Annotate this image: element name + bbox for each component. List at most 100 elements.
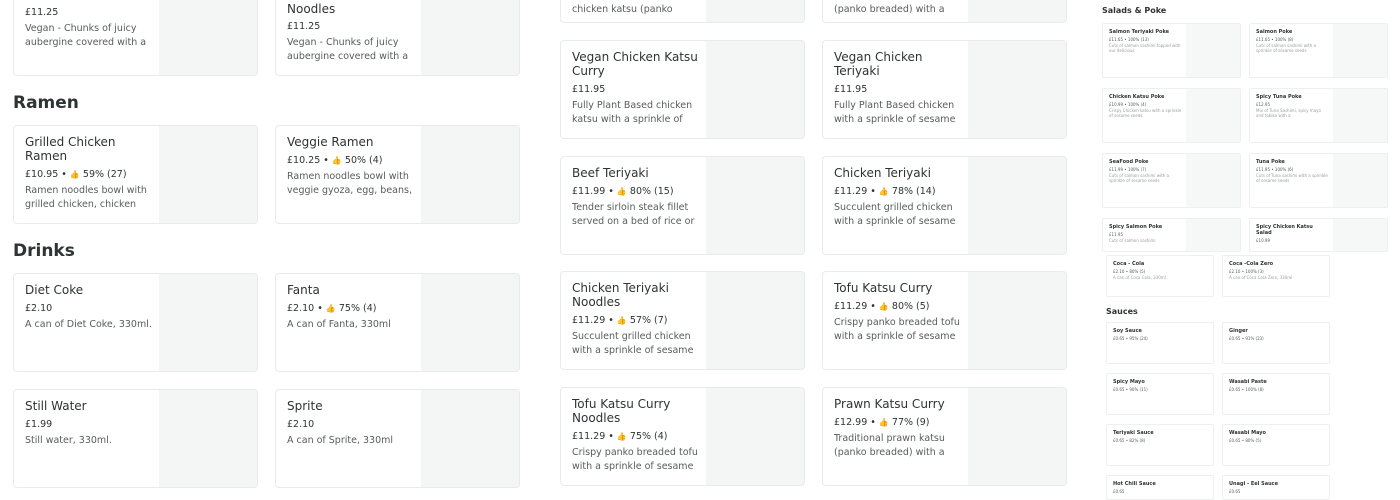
item-name: Fanta (287, 283, 320, 297)
section-heading-drinks: Drinks (13, 241, 75, 261)
menu-item-card[interactable]: Sprite £2.10 A can of Sprite, 330ml (275, 389, 520, 488)
item-price: £11.99 • 100% (7) (1109, 167, 1147, 172)
food-image (421, 126, 519, 223)
item-description: A can of Fanta, 330ml (287, 319, 391, 330)
item-price: £11.95 (572, 84, 606, 95)
item-description: Cuts of salmon sashimi (1109, 238, 1156, 243)
thumbs-up-icon: 👍 (616, 316, 627, 325)
menu-item-card[interactable]: Tofu Katsu Curry £11.29 • 👍 80% (5) Cris… (822, 271, 1067, 370)
item-description: A can of Sprite, 330ml (287, 435, 394, 446)
menu-item-card[interactable]: Wasabi Paste £0.65 • 100% (8) (1222, 373, 1330, 415)
menu-item-card[interactable]: Spicy Chicken Katsu Salad £10.99 (1249, 218, 1388, 252)
item-price: £11.29 (834, 186, 868, 197)
menu-item-card[interactable]: Tuna Poke £11.95 • 100% (6) Cuts of Tuna s… (1249, 153, 1388, 208)
food-image (706, 0, 804, 22)
food-image (1186, 89, 1240, 142)
item-price: £11.25 (25, 7, 59, 18)
food-image (1333, 154, 1387, 207)
item-rating: 75% (4) (629, 431, 668, 442)
item-description: Crispy panko breaded tofu with a sprinkl… (572, 447, 698, 472)
item-price: £11.65 • 100% (8) (1256, 37, 1294, 42)
menu-item-card[interactable]: Hot Chili Sauce £0.65 (1106, 475, 1214, 500)
menu-item-card[interactable]: £11.25 Vegan - Chunks of juicy aubergine… (13, 0, 258, 76)
item-description: Crispy panko breaded tofu with a sprinkl… (834, 317, 960, 342)
food-image (1333, 89, 1387, 142)
menu-item-card[interactable]: Fanta £2.10 • 👍 75% (4) A can of Fanta, … (275, 273, 520, 372)
item-description: Succulent grilled chicken with a sprinkl… (834, 202, 956, 227)
item-price: £2.10 • 80% (5) (1113, 269, 1146, 274)
item-description: Cuts of salmon sashimi with a sprinkle o… (1256, 43, 1316, 53)
menu-item-card[interactable]: Still Water £1.99 Still water, 330ml. (13, 389, 258, 488)
item-description: Cuts of Tuna sashimi with a sprinkle of … (1256, 173, 1328, 183)
item-name: Veggie Ramen (287, 135, 374, 149)
menu-item-card[interactable]: Spicy Mayo £0.65 • 90% (11) (1106, 373, 1214, 415)
menu-item-card[interactable]: Chicken Katsu Poke £10.99 • 100% (4) Crisp… (1102, 88, 1241, 143)
thumbs-up-icon: 👍 (878, 418, 889, 427)
item-name: Tofu Katsu Curry Noodles (572, 397, 671, 425)
item-price: £12.99 (834, 417, 868, 428)
item-price: £10.25 (287, 155, 321, 166)
item-description: Ramen noodles bowl with veggie gyoza, eg… (287, 171, 412, 196)
menu-item-card[interactable]: chicken katsu (panko (560, 0, 805, 23)
item-price: £0.65 (1229, 489, 1241, 494)
item-name: Beef Teriyaki (572, 166, 649, 180)
food-image (706, 41, 804, 138)
food-image (421, 0, 519, 75)
menu-item-card[interactable]: Coca -Cola Zero £2.10 • 100% (3) A can of … (1222, 255, 1330, 297)
item-description: Still water, 330ml. (25, 435, 112, 446)
food-image (706, 157, 804, 254)
menu-item-card[interactable]: Tofu Katsu Curry Noodles £11.29 • 👍 75% … (560, 387, 805, 486)
thumbs-up-icon: 👍 (331, 156, 342, 165)
item-rating: 50% (4) (344, 155, 383, 166)
menu-item-card[interactable]: Teriyaki Sauce £0.65 • 82% (8) (1106, 424, 1214, 466)
item-price: £11.25 (287, 21, 321, 32)
item-name: Unagi - Eel Sauce (1229, 481, 1278, 487)
menu-item-card[interactable]: Chicken Teriyaki £11.29 • 👍 78% (14) Suc… (822, 156, 1067, 255)
menu-item-card[interactable]: Spicy Tuna Poke £12.95 Mix of Tuna Sashimi… (1249, 88, 1388, 143)
item-description: Crispy Chicken katsu with a sprinkle of … (1109, 108, 1182, 118)
food-image (159, 390, 257, 487)
menu-item-card[interactable]: Ginger £0.65 • 91% (23) (1222, 322, 1330, 364)
food-image (159, 0, 257, 75)
item-price: £0.65 • 80% (5) (1229, 438, 1262, 443)
menu-item-card[interactable]: Chicken Teriyaki Noodles £11.29 • 👍 57% … (560, 271, 805, 370)
item-price: £11.95 (1109, 232, 1123, 237)
food-image (1333, 219, 1387, 251)
menu-item-card[interactable]: Prawn Katsu Curry £12.99 • 👍 77% (9) Tra… (822, 387, 1067, 486)
menu-item-card[interactable]: Spicy Salmon Poke £11.95 Cuts of salmon sa… (1102, 218, 1241, 252)
item-description: A can of Diet Coke, 330ml. (25, 319, 152, 330)
food-image (968, 272, 1066, 369)
food-image (421, 390, 519, 487)
item-description: Vegan - Chunks of juicy aubergine covere… (25, 23, 147, 48)
menu-item-card[interactable]: Vegan Chicken Teriyaki £11.95 Fully Plan… (822, 40, 1067, 139)
item-price: £0.65 (1113, 489, 1125, 494)
menu-item-card[interactable]: Wasabi Mayo £0.65 • 80% (5) (1222, 424, 1330, 466)
item-name: Wasabi Mayo (1229, 430, 1266, 436)
menu-item-card[interactable]: Vegan Chicken Katsu Curry £11.95 Fully P… (560, 40, 805, 139)
section-heading-sauces: Sauces (1106, 307, 1138, 316)
item-price: £0.65 • 90% (11) (1113, 387, 1148, 392)
menu-item-card[interactable]: SeaFood Poke £11.99 • 100% (7) Cuts of sal… (1102, 153, 1241, 208)
item-description: (panko breaded) with a (834, 4, 945, 15)
menu-item-card[interactable]: Veggie Ramen £10.25 • 👍 50% (4) Ramen no… (275, 125, 520, 224)
item-name: Diet Coke (25, 283, 84, 297)
menu-item-card[interactable]: Soy Sauce £0.65 • 95% (24) (1106, 322, 1214, 364)
item-name: Sprite (287, 399, 323, 413)
item-price: £11.95 • 100% (6) (1256, 167, 1294, 172)
item-name: Tuna Poke (1256, 159, 1285, 165)
menu-item-card[interactable]: Salmon Poke £11.65 • 100% (8) Cuts of salm… (1249, 23, 1388, 78)
menu-item-card[interactable]: Salmon Teriyaki Poke £11.65 • 100% (13) Cu… (1102, 23, 1241, 78)
menu-item-card[interactable]: Coca - Cola £2.10 • 80% (5) A can of Coca … (1106, 255, 1214, 297)
menu-item-card[interactable]: (panko breaded) with a (822, 0, 1067, 23)
food-image (159, 274, 257, 371)
menu-item-card[interactable]: Diet Coke £2.10 A can of Diet Coke, 330m… (13, 273, 258, 372)
menu-item-card[interactable]: Noodles £11.25 Vegan - Chunks of juicy a… (275, 0, 520, 76)
item-price: £2.10 (287, 303, 315, 314)
menu-item-card[interactable]: Grilled Chicken Ramen £10.95 • 👍 59% (27… (13, 125, 258, 224)
food-image (1186, 219, 1240, 251)
menu-item-card[interactable]: Beef Teriyaki £11.99 • 👍 80% (15) Tender… (560, 156, 805, 255)
item-name: Soy Sauce (1113, 328, 1142, 334)
menu-item-card[interactable]: Unagi - Eel Sauce £0.65 (1222, 475, 1330, 500)
item-name: Chicken Teriyaki Noodles (572, 281, 669, 309)
item-price: £11.29 (572, 431, 606, 442)
